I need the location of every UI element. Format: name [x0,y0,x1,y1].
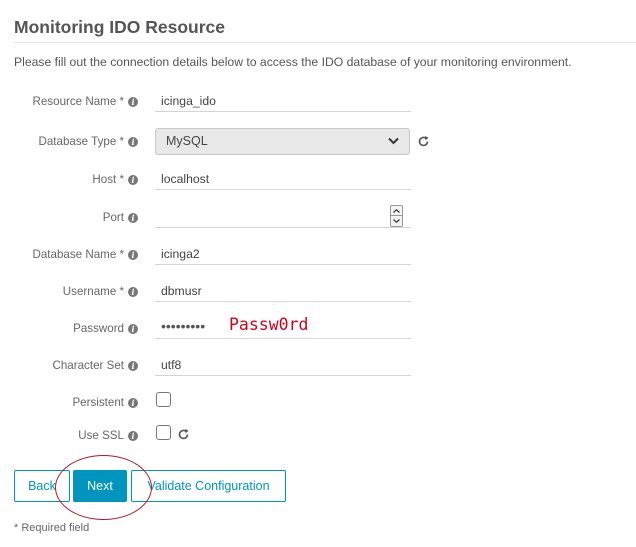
database-type-select[interactable]: MySQL [155,128,410,155]
resource-name-label: Resource Name * i [33,95,138,108]
character-set-label: Character Set i [52,359,138,372]
port-label: Port i [103,211,138,224]
database-name-label: Database Name * i [32,248,138,261]
password-label: Password i [73,322,138,335]
host-input[interactable]: localhost [155,168,411,190]
info-icon[interactable]: i [128,96,138,107]
title-divider [14,42,636,43]
database-type-value: MySQL [166,134,208,148]
info-icon[interactable]: i [128,286,138,297]
database-name-input[interactable]: icinga2 [155,243,411,265]
database-type-label: Database Type * i [38,135,138,148]
port-input[interactable] [155,206,411,228]
required-field-note: * Required field [14,522,90,534]
use-ssl-label: Use SSL i [78,429,138,442]
persistent-checkbox[interactable] [156,392,171,407]
chevron-down-icon [388,137,399,145]
character-set-input[interactable]: utf8 [155,354,411,376]
password-masked-value: ••••••••• [161,318,206,334]
next-button[interactable]: Next [73,470,127,502]
use-ssl-checkbox[interactable] [156,425,171,440]
port-stepper[interactable] [390,205,403,227]
username-input[interactable]: dbmusr [155,280,411,302]
refresh-icon[interactable] [177,428,190,441]
info-icon[interactable]: i [128,136,138,147]
chevron-down-icon [393,219,400,223]
info-icon[interactable]: i [128,397,138,408]
password-annotation: Passw0rd [229,315,309,334]
info-icon[interactable]: i [128,212,138,223]
host-label: Host * i [92,173,138,186]
info-icon[interactable]: i [128,430,138,441]
page-title: Monitoring IDO Resource [14,17,225,37]
info-icon[interactable]: i [128,323,138,334]
validate-configuration-button[interactable]: Validate Configuration [131,470,286,502]
refresh-icon[interactable] [417,135,430,148]
info-icon[interactable]: i [128,360,138,371]
back-button[interactable]: Back [14,470,70,502]
username-label: Username * i [63,285,138,298]
intro-text: Please fill out the connection details b… [14,55,572,69]
info-icon[interactable]: i [128,174,138,185]
port-decrement[interactable] [391,216,402,226]
chevron-up-icon [393,209,400,213]
port-increment[interactable] [391,206,402,216]
resource-name-input[interactable]: icinga_ido [155,90,411,112]
info-icon[interactable]: i [128,249,138,260]
persistent-label: Persistent i [72,396,138,409]
